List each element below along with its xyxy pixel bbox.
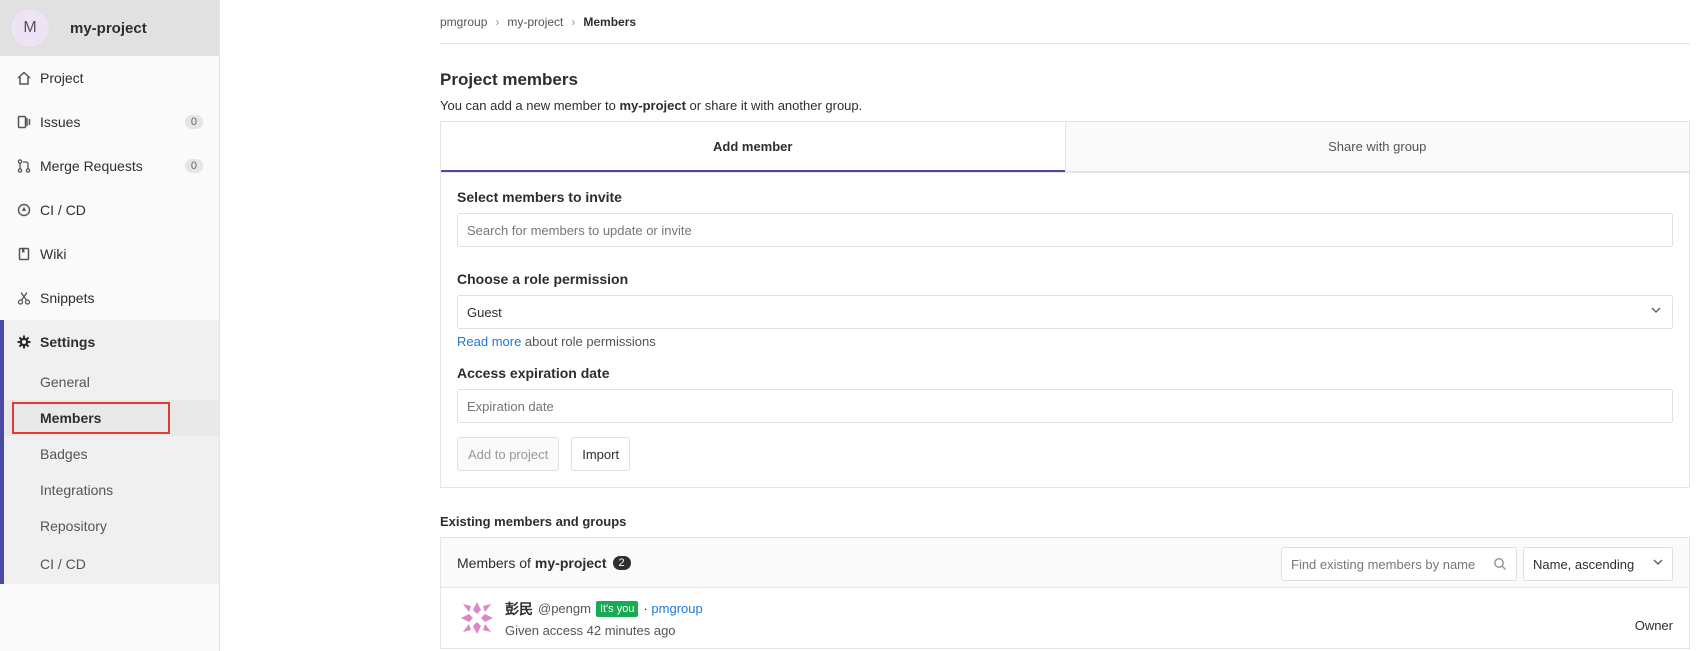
member-role: Owner [1634, 618, 1673, 633]
breadcrumb-current[interactable]: Members [583, 15, 636, 29]
issues-count-badge: 0 [184, 115, 203, 129]
project-avatar: M [10, 8, 50, 48]
import-button[interactable]: Import [571, 437, 631, 471]
page-description: You can add a new member to my-project o… [440, 98, 1690, 113]
sort-value: Name, ascending [1533, 556, 1635, 572]
role-help-text: Read more about role permissions [457, 334, 1673, 349]
sidebar-item-settings[interactable]: Settings [4, 320, 219, 364]
description-prefix: You can add a new member to [440, 98, 620, 113]
member-group-link[interactable]: pmgroup [651, 601, 702, 616]
sort-dropdown[interactable]: Name, ascending [1523, 547, 1673, 581]
invite-tabs: Add member Share with group [441, 122, 1689, 172]
sidebar-item-ci-cd[interactable]: CI / CD [0, 188, 219, 232]
sidebar-item-label: Project [40, 70, 84, 86]
breadcrumb: pmgroup › my-project › Members [440, 0, 1690, 44]
breadcrumb-project[interactable]: my-project [507, 15, 563, 29]
sidebar-item-wiki[interactable]: Wiki [0, 232, 219, 276]
chevron-down-icon [1652, 556, 1664, 571]
sidebar-item-label: Merge Requests [40, 158, 143, 174]
sidebar: M my-project Project Issues 0 Merge Requ… [0, 0, 220, 651]
role-select-value: Guest [467, 304, 502, 320]
member-name[interactable]: 彭民 [505, 599, 533, 619]
settings-item-general[interactable]: General [4, 364, 219, 400]
member-name-line: 彭民 @pengm It's you · pmgroup [505, 599, 703, 619]
chevron-right-icon: › [495, 14, 500, 29]
read-more-suffix: about role permissions [521, 334, 656, 349]
member-access-time: Given access 42 minutes ago [505, 622, 676, 638]
chevron-down-icon [1650, 304, 1662, 319]
search-icon[interactable] [1493, 557, 1507, 574]
role-select[interactable]: Guest [457, 295, 1673, 329]
merge-requests-count-badge: 0 [184, 159, 203, 173]
sidebar-item-project[interactable]: Project [0, 56, 219, 100]
settings-item-integrations[interactable]: Integrations [4, 472, 219, 508]
its-you-badge: It's you [595, 600, 639, 617]
home-icon [16, 70, 32, 86]
member-avatar [457, 598, 497, 638]
settings-item-members[interactable]: Members [4, 400, 219, 436]
add-to-project-button[interactable]: Add to project [457, 437, 560, 471]
find-members-input[interactable]: Find existing members by name [1281, 547, 1517, 581]
tab-add-member[interactable]: Add member [441, 122, 1065, 172]
settings-item-badges[interactable]: Badges [4, 436, 219, 472]
chevron-right-icon: › [571, 14, 576, 29]
find-members-placeholder: Find existing members by name [1291, 556, 1476, 572]
settings-item-repository[interactable]: Repository [4, 508, 219, 544]
gear-icon [16, 334, 32, 350]
book-icon [16, 246, 32, 262]
tab-share-with-group[interactable]: Share with group [1064, 122, 1689, 172]
description-project: my-project [619, 98, 686, 113]
form-actions: Add to project Import [457, 437, 1673, 471]
sidebar-item-label: Settings [40, 334, 96, 350]
project-name: my-project [70, 19, 147, 37]
issues-icon [16, 114, 32, 130]
sidebar-item-issues[interactable]: Issues 0 [0, 100, 219, 144]
settings-item-ci-cd[interactable]: CI / CD [4, 544, 219, 584]
page-title: Project members [440, 70, 578, 89]
member-username: @pengm [538, 601, 591, 616]
rocket-icon [16, 202, 32, 218]
expiration-date-label: Access expiration date [457, 365, 610, 381]
members-panel-header: Members of my-project 2 Find existing me… [441, 538, 1689, 588]
sidebar-item-label: CI / CD [40, 202, 86, 218]
project-header[interactable]: M my-project [0, 0, 219, 56]
select-members-label: Select members to invite [457, 189, 622, 205]
expiration-date-input[interactable]: Expiration date [457, 389, 1673, 423]
main-content: pmgroup › my-project › Members Project m… [440, 0, 1690, 649]
breadcrumb-group[interactable]: pmgroup [440, 15, 487, 29]
members-of-label: Members of [457, 554, 531, 571]
sidebar-item-label: Issues [40, 114, 81, 130]
member-row: 彭民 @pengm It's you · pmgroup Given acces… [441, 588, 1689, 648]
members-project-name: my-project [534, 554, 607, 571]
members-panel: Members of my-project 2 Find existing me… [440, 537, 1690, 649]
read-more-link[interactable]: Read more [457, 334, 521, 349]
description-suffix: or share it with another group. [685, 98, 863, 113]
invite-panel: Add member Share with group Select membe… [440, 121, 1690, 488]
role-permission-label: Choose a role permission [457, 271, 629, 287]
settings-section: Settings General Members Badges Integrat… [0, 320, 219, 584]
scissors-icon [16, 290, 32, 306]
sidebar-item-label: Snippets [40, 290, 95, 306]
add-member-form: Select members to invite Search for memb… [441, 172, 1689, 487]
member-info: 彭民 @pengm It's you · pmgroup Given acces… [505, 599, 703, 638]
sidebar-item-label: Wiki [40, 246, 67, 262]
merge-request-icon [16, 158, 32, 174]
existing-members-title: Existing members and groups [440, 514, 627, 529]
member-search-input[interactable]: Search for members to update or invite [457, 213, 1673, 247]
sidebar-item-merge-requests[interactable]: Merge Requests 0 [0, 144, 219, 188]
members-count-badge: 2 [612, 555, 631, 570]
highlight-box [12, 402, 170, 434]
sidebar-item-snippets[interactable]: Snippets [0, 276, 219, 320]
